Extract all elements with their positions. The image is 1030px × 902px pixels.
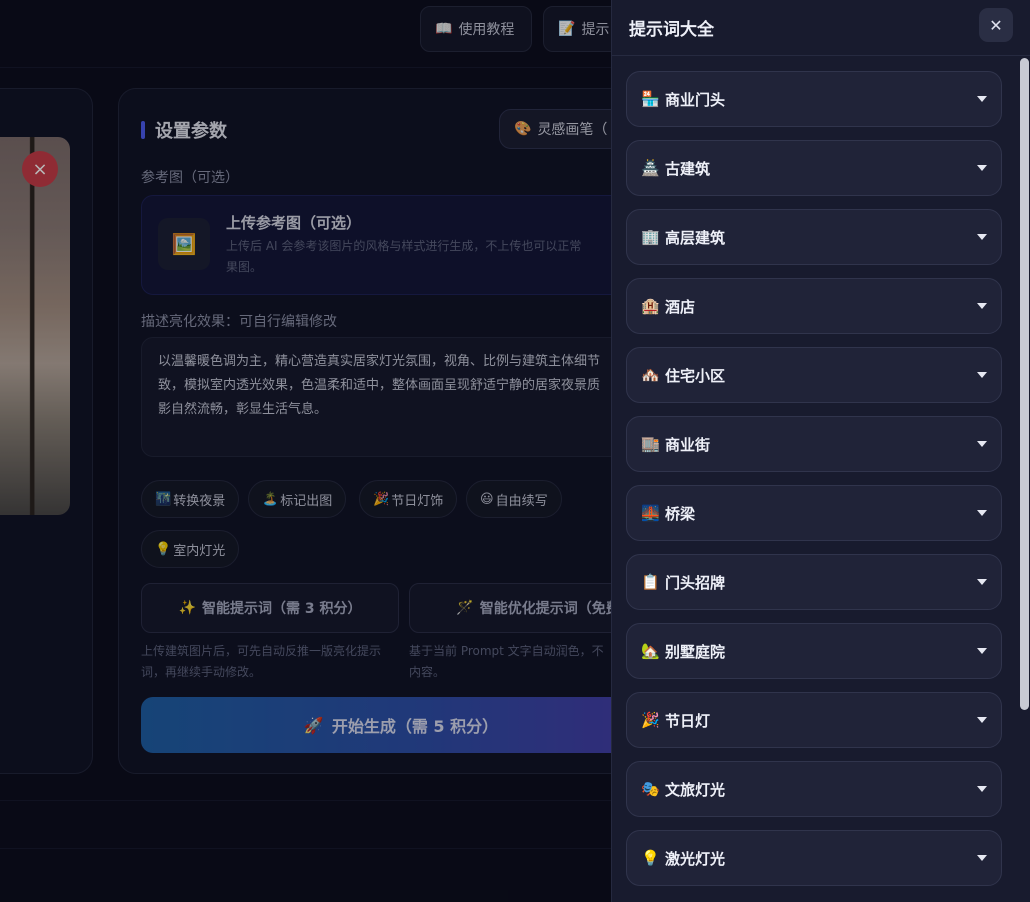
- category-label: 文旅灯光: [665, 780, 726, 799]
- category-label: 别墅庭院: [665, 642, 726, 661]
- close-icon: ✕: [989, 15, 1003, 35]
- drawer-scrollbar[interactable]: [1020, 58, 1029, 710]
- category-bridge[interactable]: 🌉 桥梁: [626, 485, 1002, 541]
- category-residential[interactable]: 🏘️ 住宅小区: [626, 347, 1002, 403]
- party-popper-icon: 🎉: [641, 711, 660, 729]
- theater-masks-icon: 🎭: [641, 780, 660, 798]
- prompt-library-drawer: 提示词大全 ✕ 🏪 商业门头 🏯 古建筑 🏢 高层建筑 🏨 酒店 🏘️ 住宅小区…: [611, 0, 1030, 902]
- chevron-down-icon: [977, 96, 987, 102]
- category-label: 商业街: [665, 435, 711, 454]
- category-label: 高层建筑: [665, 228, 726, 247]
- chevron-down-icon: [977, 372, 987, 378]
- hotel-icon: 🏨: [641, 297, 660, 315]
- category-label: 商业门头: [665, 90, 726, 109]
- chevron-down-icon: [977, 717, 987, 723]
- category-label: 激光灯光: [665, 849, 726, 868]
- category-label: 古建筑: [665, 159, 711, 178]
- category-hotel[interactable]: 🏨 酒店: [626, 278, 1002, 334]
- department-store-icon: 🏬: [641, 435, 660, 453]
- category-commercial-street[interactable]: 🏬 商业街: [626, 416, 1002, 472]
- category-signboard[interactable]: 📋 门头招牌: [626, 554, 1002, 610]
- chevron-down-icon: [977, 579, 987, 585]
- category-label: 节日灯: [665, 711, 711, 730]
- chevron-down-icon: [977, 234, 987, 240]
- drawer-close-button[interactable]: ✕: [979, 8, 1013, 42]
- houses-icon: 🏘️: [641, 366, 660, 384]
- chevron-down-icon: [977, 855, 987, 861]
- category-label: 门头招牌: [665, 573, 726, 592]
- category-commercial-storefront[interactable]: 🏪 商业门头: [626, 71, 1002, 127]
- chevron-down-icon: [977, 786, 987, 792]
- category-villa-garden[interactable]: 🏡 别墅庭院: [626, 623, 1002, 679]
- category-label: 酒店: [665, 297, 696, 316]
- chevron-down-icon: [977, 510, 987, 516]
- clipboard-icon: 📋: [641, 573, 660, 591]
- bridge-icon: 🌉: [641, 504, 660, 522]
- drawer-title: 提示词大全: [629, 20, 714, 40]
- category-laser-lights[interactable]: 💡 激光灯光: [626, 830, 1002, 886]
- chevron-down-icon: [977, 303, 987, 309]
- chevron-down-icon: [977, 441, 987, 447]
- category-high-rise[interactable]: 🏢 高层建筑: [626, 209, 1002, 265]
- category-festival-lights[interactable]: 🎉 节日灯: [626, 692, 1002, 748]
- chevron-down-icon: [977, 165, 987, 171]
- lightbulb-icon: 💡: [641, 849, 660, 867]
- category-cultural-tourism[interactable]: 🎭 文旅灯光: [626, 761, 1002, 817]
- pagoda-icon: 🏯: [641, 159, 660, 177]
- category-label: 住宅小区: [665, 366, 726, 385]
- store-icon: 🏪: [641, 90, 660, 108]
- category-label: 桥梁: [665, 504, 696, 523]
- house-garden-icon: 🏡: [641, 642, 660, 660]
- drawer-header: 提示词大全 ✕: [612, 0, 1030, 56]
- office-building-icon: 🏢: [641, 228, 660, 246]
- category-ancient-architecture[interactable]: 🏯 古建筑: [626, 140, 1002, 196]
- chevron-down-icon: [977, 648, 987, 654]
